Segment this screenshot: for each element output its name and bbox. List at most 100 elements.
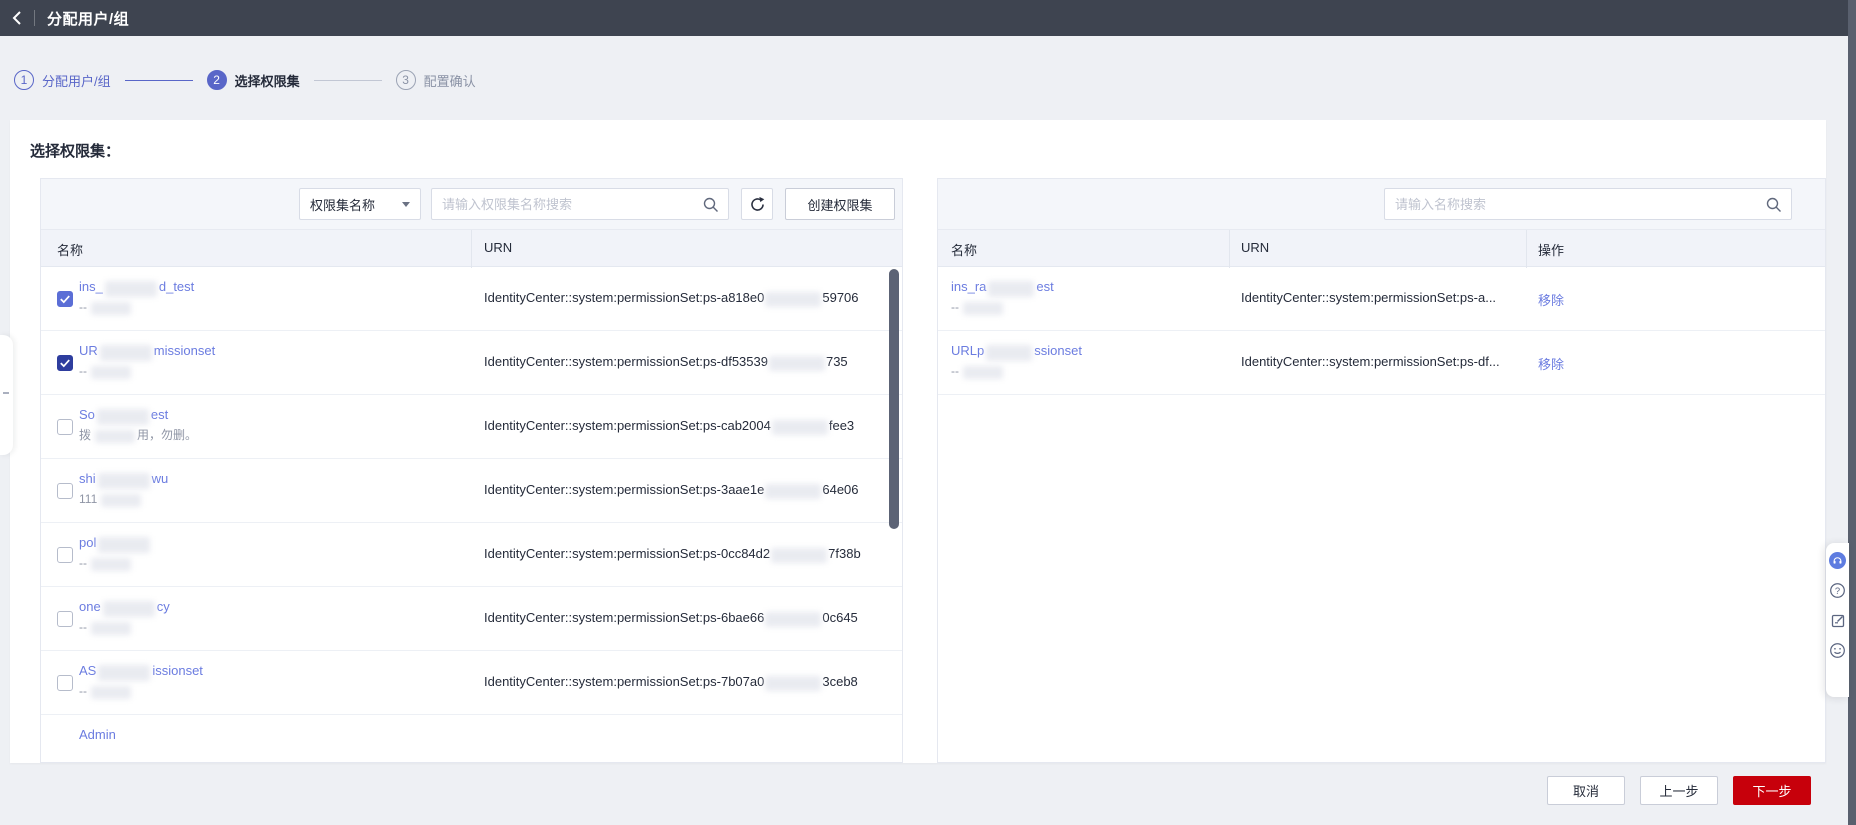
step-connector: [313, 79, 382, 81]
section-title: 选择权限集：: [30, 143, 121, 160]
table-row: UR missionset -- IdentityCenter::system:p…: [41, 331, 902, 395]
redacted-text: [988, 280, 1035, 297]
redacted-text: [101, 493, 142, 507]
row-checkbox[interactable]: [57, 675, 73, 691]
header-divider: [34, 10, 35, 26]
redacted-text: [95, 429, 136, 443]
check-icon: [60, 295, 70, 304]
column-divider: [471, 230, 472, 268]
chevron-left-icon: [12, 11, 21, 25]
permission-set-link[interactable]: URLp ssionset: [951, 343, 1082, 361]
row-urn: IdentityCenter::system:permissionSet:ps-…: [484, 482, 859, 500]
redacted-text: [765, 676, 822, 692]
support-button[interactable]: [1829, 552, 1846, 569]
check-icon: [60, 359, 70, 368]
column-action: 操作: [1538, 243, 1565, 258]
refresh-button[interactable]: [741, 188, 773, 220]
permission-set-link[interactable]: ins_ d_test: [79, 279, 194, 297]
redacted-text: [102, 600, 155, 617]
row-subtext: --: [79, 555, 152, 571]
redacted-text: [963, 365, 1003, 379]
satisfaction-survey-button[interactable]: [1829, 642, 1846, 659]
redacted-text: [91, 365, 131, 379]
row-checkbox[interactable]: [57, 611, 73, 627]
remove-link[interactable]: 移除: [1538, 357, 1564, 372]
permission-sets-panel: 权限集名称 创建权限集 名称 URN ins_d_test --: [40, 178, 903, 763]
remove-link[interactable]: 移除: [1538, 293, 1564, 308]
next-step-button[interactable]: 下一步: [1733, 776, 1811, 805]
redacted-text: [97, 472, 150, 489]
left-table-body: ins_ d_test -- IdentityCenter::system:per…: [41, 267, 902, 762]
refresh-icon: [750, 196, 764, 211]
column-divider: [1229, 230, 1230, 268]
row-subtext: --: [79, 363, 215, 379]
redacted-text: [104, 280, 157, 297]
permission-set-link[interactable]: one cy: [79, 599, 170, 617]
cancel-button[interactable]: 取消: [1547, 776, 1625, 805]
svg-text:?: ?: [1835, 586, 1840, 597]
collapsed-panel-handle[interactable]: [0, 335, 13, 455]
column-urn: URN: [484, 240, 513, 255]
table-row: So est 拨用，勿删。 IdentityCenter::system:perm…: [41, 395, 902, 459]
table-row: ins_ra est -- IdentityCenter::system:perm…: [938, 267, 1825, 331]
previous-step-button[interactable]: 上一步: [1640, 776, 1718, 805]
row-checkbox[interactable]: [57, 291, 73, 307]
table-row: Admin: [41, 715, 902, 762]
row-urn: IdentityCenter::system:permissionSet:ps-…: [484, 546, 861, 564]
permission-set-search-input[interactable]: [432, 189, 728, 219]
selected-permission-sets-panel: 名称 URN 操作 ins_raest -- IdentityCenter::s…: [937, 178, 1826, 763]
step-assign-users[interactable]: 1 分配用户/组: [14, 70, 111, 90]
redacted-text: [771, 548, 828, 564]
row-subtext: 111: [79, 491, 168, 507]
create-permission-set-button[interactable]: 创建权限集: [785, 188, 895, 220]
permission-set-link[interactable]: So est: [79, 407, 168, 425]
wizard-stepper: 1 分配用户/组 2 选择权限集 3 配置确认: [14, 62, 476, 98]
redacted-text: [765, 484, 822, 500]
step-select-permission-sets[interactable]: 2 选择权限集: [206, 70, 300, 90]
redacted-text: [98, 536, 151, 553]
step-confirm[interactable]: 3 配置确认: [395, 70, 476, 90]
feedback-button[interactable]: [1829, 612, 1846, 629]
right-table-header: 名称 URN 操作: [938, 229, 1825, 268]
back-button[interactable]: [0, 0, 34, 36]
smiley-icon: [1830, 643, 1845, 658]
row-checkbox[interactable]: [57, 483, 73, 499]
table-row: URLp ssionset -- IdentityCenter::system:p…: [938, 331, 1825, 395]
row-urn: IdentityCenter::system:permissionSet:ps-…: [484, 674, 858, 692]
filter-dropdown[interactable]: 权限集名称: [299, 188, 421, 220]
help-icon: ?: [1830, 583, 1845, 598]
permission-set-link[interactable]: ins_ra est: [951, 279, 1054, 297]
floating-side-toolbar: ?: [1826, 543, 1849, 697]
row-urn: IdentityCenter::system:permissionSet:ps-…: [1241, 354, 1500, 369]
scrollbar-thumb[interactable]: [889, 269, 899, 529]
row-subtext: --: [951, 363, 1082, 379]
redacted-text: [771, 420, 828, 436]
permission-set-link[interactable]: shi wu: [79, 471, 168, 489]
permission-set-link[interactable]: UR missionset: [79, 343, 215, 361]
column-name: 名称: [57, 243, 84, 258]
row-subtext: --: [79, 619, 170, 635]
permission-set-link[interactable]: Admin: [79, 727, 116, 742]
redacted-text: [99, 344, 152, 361]
redacted-text: [96, 408, 149, 425]
redacted-text: [91, 301, 131, 315]
content-card: 选择权限集： 权限集名称 创建权限集 名称 URN: [10, 120, 1826, 763]
right-panel-toolbar: [938, 179, 1825, 229]
column-urn: URN: [1241, 240, 1270, 255]
help-button[interactable]: ?: [1829, 582, 1846, 599]
column-name: 名称: [951, 243, 978, 258]
permission-set-link[interactable]: AS issionset: [79, 663, 203, 681]
row-checkbox[interactable]: [57, 419, 73, 435]
right-table-body: ins_ra est -- IdentityCenter::system:perm…: [938, 267, 1825, 762]
row-checkbox[interactable]: [57, 547, 73, 563]
selected-search-input[interactable]: [1385, 189, 1791, 219]
row-checkbox[interactable]: [57, 355, 73, 371]
table-row: one cy -- IdentityCenter::system:permissi…: [41, 587, 902, 651]
permission-set-link[interactable]: pol: [79, 535, 152, 553]
table-row: pol -- IdentityCenter::system:permission…: [41, 523, 902, 587]
redacted-text: [986, 344, 1033, 361]
table-row: ins_ d_test -- IdentityCenter::system:per…: [41, 267, 902, 331]
row-subtext: --: [79, 683, 203, 699]
feedback-icon: [1831, 614, 1844, 627]
row-subtext: --: [79, 299, 194, 315]
